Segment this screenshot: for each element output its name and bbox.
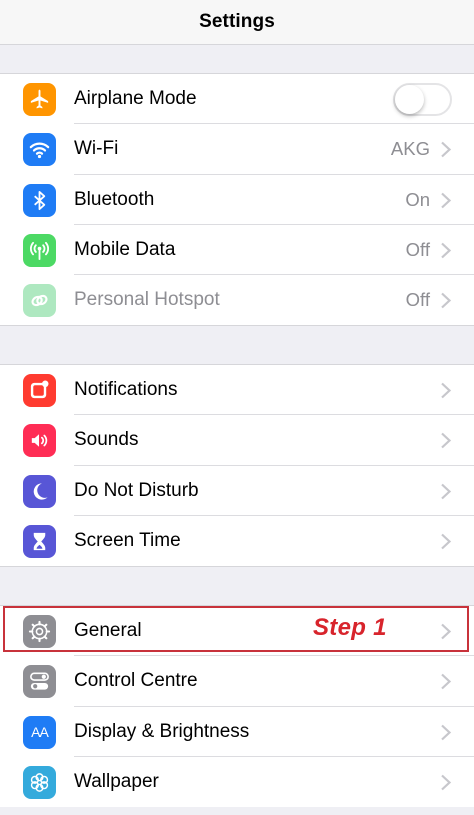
settings-row-airplane-mode[interactable]: Airplane Mode bbox=[0, 74, 474, 125]
hotspot-link-icon bbox=[23, 284, 56, 318]
row-label: Sounds bbox=[74, 429, 139, 451]
row-label: Do Not Disturb bbox=[74, 479, 199, 501]
speaker-icon bbox=[23, 424, 56, 458]
step-highlight-box bbox=[3, 606, 469, 652]
settings-row-control-centre[interactable]: Control Centre bbox=[0, 656, 474, 707]
step-annotation: Step 1 bbox=[313, 614, 387, 641]
row-label: Notifications bbox=[74, 379, 178, 401]
settings-row-bluetooth[interactable]: Bluetooth On bbox=[0, 175, 474, 225]
settings-row-screen-time[interactable]: Screen Time bbox=[0, 516, 474, 566]
chevron-right-icon bbox=[441, 673, 452, 690]
chevron-right-icon bbox=[441, 533, 452, 550]
row-label: Display & Brightness bbox=[74, 720, 250, 742]
chevron-right-icon bbox=[441, 483, 452, 499]
row-label: Wallpaper bbox=[74, 771, 159, 793]
antenna-icon bbox=[23, 233, 56, 267]
settings-row-wallpaper[interactable]: Wallpaper bbox=[0, 757, 474, 807]
text-size-glyph: AA bbox=[31, 724, 49, 741]
wifi-icon bbox=[23, 133, 56, 167]
alerts-group: Notifications Sounds Do Not Disturb Scre… bbox=[0, 364, 474, 568]
settings-row-mobile-data[interactable]: Mobile Data Off bbox=[0, 225, 474, 276]
flower-icon bbox=[23, 765, 56, 799]
row-label: Airplane Mode bbox=[74, 88, 197, 110]
row-label: Control Centre bbox=[74, 670, 198, 692]
row-label: Bluetooth bbox=[74, 188, 155, 210]
airplane-icon bbox=[23, 83, 56, 116]
row-value: AKG bbox=[390, 138, 430, 160]
bluetooth-icon bbox=[23, 183, 56, 217]
settings-row-notifications[interactable]: Notifications bbox=[0, 365, 474, 416]
toggles-icon bbox=[23, 665, 56, 699]
toggle-knob bbox=[395, 85, 424, 114]
chevron-right-icon bbox=[441, 141, 452, 158]
row-label: Screen Time bbox=[74, 530, 181, 552]
hourglass-icon bbox=[23, 524, 56, 558]
chevron-right-icon bbox=[441, 724, 452, 740]
settings-row-display-brightness[interactable]: AA Display & Brightness bbox=[0, 707, 474, 757]
chevron-right-icon bbox=[441, 432, 452, 449]
navigation-bar: Settings bbox=[0, 0, 474, 45]
settings-row-personal-hotspot: Personal Hotspot Off bbox=[0, 275, 474, 325]
chevron-right-icon bbox=[441, 774, 452, 791]
row-value: On bbox=[405, 188, 430, 210]
airplane-mode-toggle[interactable] bbox=[393, 83, 452, 116]
chevron-right-icon bbox=[441, 242, 452, 259]
settings-row-do-not-disturb[interactable]: Do Not Disturb bbox=[0, 466, 474, 516]
chevron-right-icon bbox=[441, 192, 452, 208]
page-title: Settings bbox=[199, 11, 275, 32]
moon-icon bbox=[23, 474, 56, 508]
row-label: Wi-Fi bbox=[74, 138, 119, 160]
row-value: Off bbox=[405, 239, 430, 261]
notifications-icon bbox=[23, 374, 56, 407]
row-label: Mobile Data bbox=[74, 239, 176, 261]
chevron-right-icon bbox=[441, 292, 452, 309]
row-label: Personal Hotspot bbox=[74, 289, 220, 311]
connectivity-group: Airplane Mode Wi-Fi AKG Bluetooth On Mob… bbox=[0, 73, 474, 327]
text-size-icon: AA bbox=[23, 715, 56, 749]
chevron-right-icon bbox=[441, 382, 452, 399]
settings-row-sounds[interactable]: Sounds bbox=[0, 415, 474, 466]
settings-row-wifi[interactable]: Wi-Fi AKG bbox=[0, 124, 474, 175]
row-value: Off bbox=[405, 289, 430, 311]
